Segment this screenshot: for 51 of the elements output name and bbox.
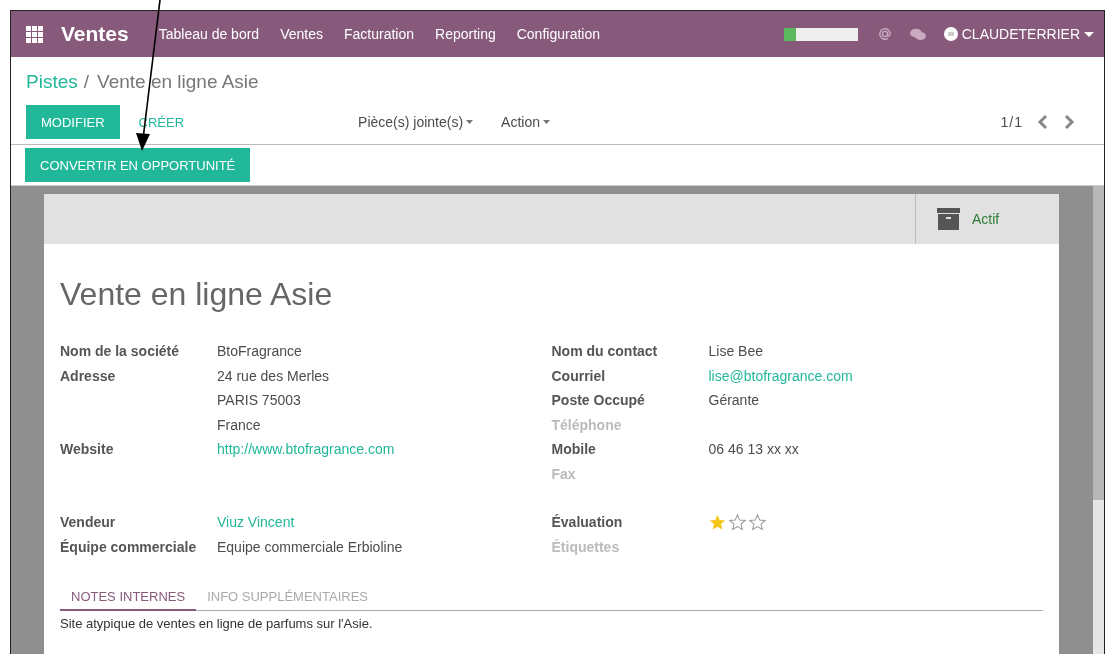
- field-label: Nom de la société: [60, 342, 181, 361]
- star-outline-icon[interactable]: [728, 513, 746, 531]
- app-title: Ventes: [61, 22, 129, 46]
- field-label: Vendeur: [60, 513, 117, 532]
- scrollbar[interactable]: [1093, 186, 1104, 654]
- note-text: Site atypique de ventes en ligne de parfums sur l'Asie.: [59, 615, 374, 633]
- field-value: France: [217, 415, 262, 435]
- breadcrumb-current: Vente en ligne Asie: [97, 71, 259, 93]
- field-label: Website: [60, 440, 115, 459]
- user-menu[interactable]: CLAUDETERRIER: [943, 26, 1094, 42]
- menu-item[interactable]: Configuration: [516, 26, 600, 42]
- field-value: Lise Bee: [708, 342, 764, 361]
- field-value: 24 rue des Merles: [217, 366, 331, 386]
- dropdown-button[interactable]: Pièce(s) jointe(s): [358, 114, 474, 130]
- caret-icon: [1084, 31, 1094, 37]
- field-value: 06 46 13 xx xx: [708, 440, 800, 459]
- field-value: PARIS 75003: [217, 391, 302, 410]
- field-label: Adresse: [60, 366, 117, 386]
- field-label: Équipe commerciale: [60, 537, 198, 557]
- menu-item[interactable]: Facturation: [343, 26, 414, 42]
- field-label: Téléphone: [551, 415, 623, 435]
- caret-icon: [466, 120, 474, 124]
- star-outline-icon[interactable]: [748, 513, 766, 531]
- field-value: Equipe commerciale Erbioline: [217, 537, 404, 557]
- record-title: Vente en ligne Asie: [59, 275, 334, 314]
- menu-item[interactable]: Reporting: [435, 26, 496, 42]
- field-value: BtoFragrance: [217, 342, 303, 361]
- field-label: Évaluation: [551, 513, 624, 532]
- notebook-tab[interactable]: NOTES INTERNES: [60, 583, 197, 611]
- field-label: Fax: [551, 464, 577, 484]
- caret-icon: [543, 120, 551, 124]
- chevron-left-icon[interactable]: [1037, 114, 1049, 130]
- menu-item[interactable]: Tableau de bord: [158, 26, 260, 42]
- dropdown-button[interactable]: Action: [501, 114, 551, 130]
- star-icon[interactable]: [708, 513, 726, 531]
- field-label: Nom du contact: [551, 342, 659, 361]
- menu-item[interactable]: Ventes: [280, 26, 323, 42]
- active-toggle-button[interactable]: Actif: [915, 194, 1059, 244]
- archive-box-icon: [937, 208, 960, 230]
- avatar-icon: [943, 27, 958, 41]
- pager-counter: 1/1: [1000, 114, 1023, 130]
- field-label: Mobile: [551, 440, 597, 459]
- field-label: Courriel: [551, 366, 607, 386]
- chat-icon[interactable]: [909, 27, 926, 41]
- chevron-right-icon[interactable]: [1063, 114, 1075, 130]
- breadcrumb-separator: /: [83, 71, 90, 93]
- field-value: Gérante: [708, 391, 761, 410]
- apps-grid-icon[interactable]: [26, 25, 43, 43]
- at-sign-icon[interactable]: [877, 27, 892, 41]
- field-label: Étiquettes: [551, 537, 621, 557]
- field-label: Poste Occupé: [551, 391, 646, 410]
